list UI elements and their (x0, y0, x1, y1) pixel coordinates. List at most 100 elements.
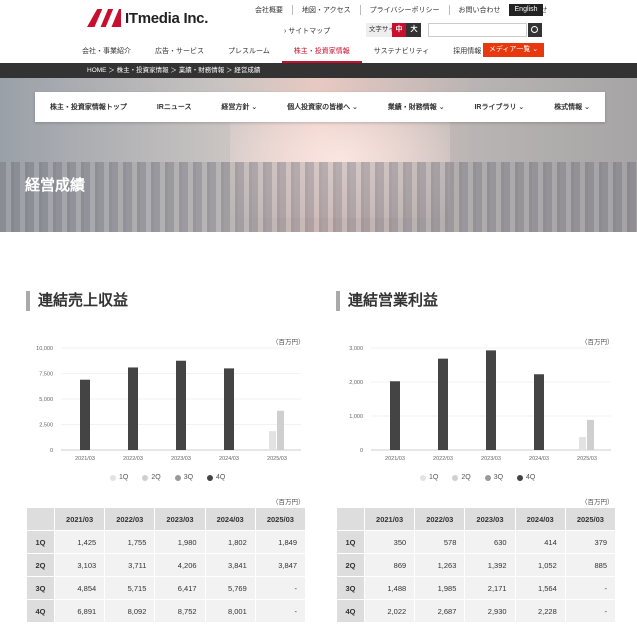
subnav-item[interactable]: 株主・投資家情報トップ (50, 102, 127, 112)
table-cell: 1,802 (204, 530, 256, 554)
table-cell: 1,263 (414, 553, 466, 577)
bar-4Q (80, 379, 90, 450)
revenue-chart-legend: 1Q 2Q 3Q 4Q (110, 474, 225, 481)
font-size-medium-button[interactable]: 中 (392, 23, 406, 37)
english-button[interactable]: English (509, 4, 543, 16)
table-cell: 379 (564, 530, 617, 554)
bar-1Q (579, 437, 586, 450)
table-col-header: 2024/03 (204, 507, 256, 531)
sitemap-link[interactable]: › サイトマップ (284, 26, 330, 36)
nav-services[interactable]: 広告・サービス (143, 43, 216, 63)
hero-cityscape (0, 162, 637, 232)
table-cell: 1,392 (464, 553, 516, 577)
table-row-header: 1Q (336, 530, 365, 554)
table-cell: 6,891 (53, 599, 106, 623)
table-row-header: 2Q (336, 553, 365, 577)
table-col-header: 2023/03 (154, 507, 206, 531)
legend-swatch (420, 474, 426, 481)
legend-label: 1Q (429, 474, 439, 481)
table-row-header: 3Q (26, 576, 55, 600)
logo-mark-icon (87, 9, 121, 27)
table-col-header: 2021/03 (53, 507, 106, 531)
nav-press[interactable]: プレスルーム (216, 43, 282, 63)
y-tick-label: 3,000 (349, 346, 363, 352)
table-cell: - (564, 599, 617, 623)
table-cell: 3,841 (204, 553, 256, 577)
legend-item: 4Q (207, 474, 225, 481)
legend-swatch (452, 474, 459, 481)
util-link[interactable]: 地図・アクセス (292, 5, 360, 15)
x-tick-label: 2023/03 (481, 456, 501, 462)
table-cell: 4,206 (154, 553, 206, 577)
table-cell: - (564, 576, 617, 600)
table-row-header: 1Q (26, 530, 55, 554)
table-cell: 578 (414, 530, 466, 554)
table-cell: 1,980 (154, 530, 206, 554)
table-cell: 1,488 (363, 576, 416, 600)
y-tick-label: 7,500 (39, 372, 53, 378)
table-cell: 3,847 (254, 553, 307, 577)
util-link[interactable]: プライバシーポリシー (359, 5, 449, 15)
search-icon[interactable] (528, 23, 542, 37)
table-cell: 2,930 (464, 599, 516, 623)
x-tick-label: 2024/03 (529, 456, 549, 462)
table-cell: 3,711 (104, 553, 156, 577)
table-cell: 6,417 (154, 576, 206, 600)
table-cell: 8,001 (204, 599, 256, 623)
util-link[interactable]: 会社概要 (246, 5, 292, 15)
font-size-large-button[interactable]: 大 (407, 23, 421, 37)
bar-2Q (277, 410, 284, 450)
table-row: 1Q 1,425 1,755 1,980 1,802 1,849 (26, 530, 307, 554)
x-tick-label: 2025/03 (267, 456, 287, 462)
y-tick-label: 0 (360, 448, 363, 454)
company-logo[interactable]: ITmedia Inc. (87, 9, 208, 27)
legend-label: 2Q (151, 474, 161, 481)
table-cell: 414 (514, 530, 566, 554)
subnav-item[interactable]: IRニュース (157, 102, 192, 112)
subnav-item[interactable]: 業績・財務情報 ⌄ (388, 102, 445, 112)
bar-2Q (587, 419, 594, 450)
subnav-item[interactable]: 株式情報 ⌄ (554, 102, 590, 112)
table-cell: 1,564 (514, 576, 566, 600)
table-row-header: 3Q (336, 576, 365, 600)
table-cell: 630 (464, 530, 516, 554)
legend-item: 2Q (142, 474, 161, 481)
y-tick-label: 1,000 (349, 414, 363, 420)
legend-swatch (174, 474, 181, 481)
legend-item: 1Q (110, 474, 128, 481)
nav-company[interactable]: 会社・事業紹介 (70, 43, 143, 63)
revenue-chart: 10,000 7,500 5,000 2,500 0 2021/03 2022/03 2023… (36, 346, 301, 462)
table-col-header: 2021/03 (363, 507, 416, 531)
table-row: 2Q 869 1,263 1,392 1,052 885 (336, 553, 617, 577)
nav-sustainability[interactable]: サステナビリティ (362, 43, 441, 63)
table-cell: 2,687 (414, 599, 466, 623)
subnav-item[interactable]: 個人投資家の皆様へ ⌄ (287, 102, 358, 112)
media-list-button[interactable]: メディア一覧 ⌄ (483, 43, 544, 57)
subnav-item[interactable]: 経営方針 ⌄ (221, 102, 257, 112)
x-tick-label: 2022/03 (123, 456, 143, 462)
bar-4Q (128, 367, 138, 450)
bar-1Q (269, 431, 276, 450)
table-cell: - (254, 599, 307, 623)
logo-text: ITmedia Inc. (125, 9, 209, 27)
revenue-table: 2021/03 2022/03 2023/03 2024/03 2025/03 1Q 1,4… (26, 507, 307, 623)
breadcrumb: HOME ＞ 株主・投資家情報 ＞ 業績・財務情報 ＞ 経営成績 (0, 63, 637, 78)
legend-label: 1Q (119, 474, 129, 481)
table-cell: 8,092 (104, 599, 156, 623)
table-cell: 2,171 (464, 576, 516, 600)
table-cell: 5,715 (104, 576, 156, 600)
legend-swatch (484, 474, 491, 481)
revenue-section-title: 連結売上収益 (26, 291, 128, 311)
nav-ir[interactable]: 株主・投資家情報 (281, 43, 362, 63)
table-col-header: 2023/03 (464, 507, 516, 531)
x-tick-label: 2023/03 (171, 456, 191, 462)
table-col-header: 2022/03 (104, 507, 156, 531)
util-link[interactable]: お問い合わせ (448, 5, 510, 15)
table-cell: 350 (363, 530, 416, 554)
site-header: ITmedia Inc. 会社概要 地図・アクセス プライバシーポリシー お問い… (0, 0, 637, 63)
search-input[interactable] (428, 23, 527, 37)
bar-4Q (534, 374, 544, 450)
legend-item: 2Q (452, 474, 471, 481)
subnav-item[interactable]: IRライブラリ ⌄ (474, 102, 524, 112)
table-cell: 2,228 (514, 599, 566, 623)
